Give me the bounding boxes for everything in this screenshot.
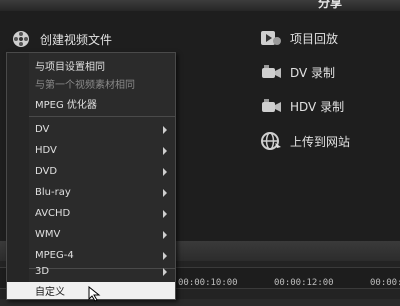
menu-item-hdv[interactable]: HDV (7, 140, 175, 161)
menu-item-same-as-first-clip[interactable]: 与第一个视频素材相同 (7, 73, 175, 94)
create-video-menu: 与项目设置相同 与第一个视频素材相同 MPEG 优化器 DV HDV DVD B… (6, 52, 176, 300)
top-bar: 分享 (0, 0, 400, 11)
mouse-pointer-icon (88, 285, 102, 306)
menu-item-dv[interactable]: DV (7, 119, 175, 140)
menu-item-avchd[interactable]: AVCHD (7, 203, 175, 224)
camera-icon (260, 96, 282, 116)
project-playback-button[interactable]: 项目回放 (260, 28, 338, 48)
submenu-arrow-icon (163, 231, 167, 239)
menu-item-label: AVCHD (35, 208, 71, 219)
menu-separator (29, 116, 175, 117)
menu-item-label: 3D (35, 266, 50, 277)
submenu-arrow-icon (163, 252, 167, 260)
submenu-arrow-icon (163, 210, 167, 218)
submenu-arrow-icon (163, 268, 167, 276)
create-video-label: 创建视频文件 (40, 32, 113, 47)
upload-web-label: 上传到网站 (290, 134, 351, 149)
upload-web-button[interactable]: 上传到网站 (260, 131, 350, 151)
ruler-tick: 00:00:14 (370, 278, 400, 288)
submenu-arrow-icon (163, 147, 167, 155)
menu-item-label: WMV (35, 229, 61, 240)
project-playback-label: 项目回放 (290, 31, 339, 46)
menu-item-label: DV (35, 124, 50, 135)
submenu-arrow-icon (163, 189, 167, 197)
menu-item-label: 自定义 (35, 287, 65, 298)
menu-item-label: MPEG-4 (35, 250, 74, 261)
hdv-record-button[interactable]: HDV 录制 (260, 96, 344, 116)
menu-item-3d[interactable]: 3D (7, 261, 175, 282)
menu-item-label: MPEG 优化器 (35, 100, 97, 111)
ruler-tick: 00:00:12:00 (274, 278, 334, 288)
page-title: 分享 (317, 0, 342, 10)
create-video-button[interactable]: 创建视频文件 (10, 29, 112, 49)
submenu-arrow-icon (163, 168, 167, 176)
menu-item-label: DVD (35, 166, 58, 177)
globe-icon (260, 131, 282, 151)
menu-item-wmv[interactable]: WMV (7, 224, 175, 245)
hdv-record-label: HDV 录制 (290, 99, 345, 114)
camera-icon (260, 62, 282, 82)
menu-item-label: 与第一个视频素材相同 (35, 80, 135, 91)
menu-item-bluray[interactable]: Blu-ray (7, 182, 175, 203)
dv-record-label: DV 录制 (290, 65, 336, 80)
menu-item-label: 与项目设置相同 (35, 62, 105, 73)
ruler-tick: 00:00:10:00 (178, 278, 238, 288)
menu-item-label: HDV (35, 145, 57, 156)
dv-record-button[interactable]: DV 录制 (260, 62, 335, 82)
film-reel-icon (10, 29, 32, 49)
submenu-arrow-icon (163, 126, 167, 134)
menu-item-dvd[interactable]: DVD (7, 161, 175, 182)
menu-item-mpeg-optimizer[interactable]: MPEG 优化器 (7, 93, 175, 114)
menu-item-label: Blu-ray (35, 187, 71, 198)
playback-icon (260, 28, 282, 48)
